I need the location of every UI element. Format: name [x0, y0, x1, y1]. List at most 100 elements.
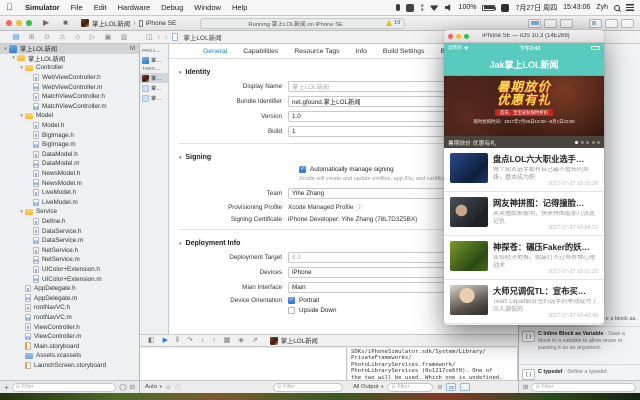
menu-file[interactable]: File [71, 3, 83, 12]
file-row-Define.h[interactable]: h Define.h [0, 217, 139, 227]
news-item[interactable]: 盘点LOL六大职业选手… 每个知名选手都有自己最不擅长的英雄，基本成为职 2017-… [444, 148, 604, 192]
run-button[interactable]: ▶ [43, 18, 49, 28]
main-interface-dropdown[interactable]: Main ▾ [288, 282, 458, 293]
tab-resource-tags[interactable]: Resource Tags [294, 48, 339, 55]
file-row-ViewController.m[interactable]: m ViewController.m [0, 332, 139, 342]
file-row-Controller[interactable]: ▾ Controller [0, 63, 139, 73]
show-variables-pane-button[interactable] [446, 383, 457, 391]
toggle-utilities-button[interactable] [621, 18, 634, 28]
carousel-dot[interactable] [586, 140, 589, 144]
file-row-AppDelegate.h[interactable]: h AppDelegate.h [0, 284, 139, 294]
tab-general[interactable]: General [203, 48, 227, 55]
file-row-ViewController.h[interactable]: h ViewController.h [0, 322, 139, 332]
variables-filter-field[interactable]: ⊙ Filter [273, 382, 343, 392]
minimize-button[interactable] [16, 20, 22, 26]
file-row-Model.h[interactable]: h Model.h [0, 121, 139, 131]
info-icon[interactable]: ⓘ [356, 203, 362, 212]
file-row-LiveModel.h[interactable]: h LiveModel.h [0, 188, 139, 198]
file-row-Assets.xcassets[interactable]: Assets.xcassets [0, 351, 139, 361]
wifi-icon[interactable] [429, 5, 439, 11]
file-row-UIColor+Extension.h[interactable]: h UIColor+Extension.h [0, 265, 139, 275]
console-output[interactable]: SDKs/iPhoneSimulator.sdk/System/Library/… [348, 348, 518, 380]
add-file-button[interactable]: + [4, 383, 9, 392]
menu-clock[interactable]: 15:43:06 [563, 4, 590, 11]
pause-icon[interactable]: ‖ [176, 336, 179, 345]
devices-dropdown[interactable]: iPhone ▴▾ [288, 267, 458, 278]
menu-simulator[interactable]: Simulator [25, 3, 60, 12]
news-item[interactable]: 大师兄调侃TL：宣布买… Team Liquid疯狂签约选手的举动成为了众人调侃的… [444, 280, 604, 324]
target-item-app[interactable]: 掌… [140, 73, 168, 83]
step-into-icon[interactable]: ↓ [201, 336, 205, 345]
carousel-dot[interactable] [575, 140, 578, 144]
file-row-DataService.h[interactable]: h DataService.h [0, 226, 139, 236]
debug-process[interactable]: 掌上LOL新闻 [269, 336, 318, 345]
file-row-BigImage.m[interactable]: m BigImage.m [0, 140, 139, 150]
zoom-button[interactable] [464, 33, 469, 39]
carousel-dot[interactable] [580, 140, 584, 144]
scm-status-icon[interactable]: ⊟ [130, 383, 135, 391]
disclosure-icon[interactable]: ▾ [18, 113, 25, 119]
file-row-Model[interactable]: ▾ Model [0, 111, 139, 121]
bluetooth-icon[interactable] [419, 3, 424, 12]
close-button[interactable] [448, 33, 453, 39]
project-navigator-icon[interactable]: ▤ [13, 33, 20, 42]
file-row-WebViewController.h[interactable]: h WebViewController.h [0, 73, 139, 83]
file-row-DataModel.h[interactable]: h DataModel.h [0, 150, 139, 160]
carousel-dot[interactable] [597, 140, 600, 144]
breakpoint-navigator-icon[interactable]: ▣ [105, 33, 112, 42]
battery-icon[interactable] [482, 4, 497, 11]
file-row-掌上LOL新闻[interactable]: ▾ 掌上LOL新闻 M [0, 44, 139, 54]
dictation-icon[interactable] [395, 4, 400, 11]
info-icon[interactable]: ⓘ [175, 383, 181, 392]
close-button[interactable] [6, 20, 12, 26]
file-row-WebViewController.m[interactable]: m WebViewController.m [0, 82, 139, 92]
news-item[interactable]: 网友神拼图：记得撞脸… 笑笑撞脸郭敬明，快来拼图看那几张是记仇 2017-07-27… [444, 192, 604, 236]
stop-button[interactable]: ■ [63, 18, 68, 28]
file-row-DataModel.m[interactable]: m DataModel.m [0, 159, 139, 169]
simulate-location-icon[interactable]: ⇗ [252, 336, 258, 345]
carousel-dots[interactable] [575, 140, 600, 144]
tab-build-settings[interactable]: Build Settings [383, 48, 425, 55]
notification-center-icon[interactable] [626, 4, 634, 11]
file-row-DataService.m[interactable]: m DataService.m [0, 236, 139, 246]
news-list[interactable]: 盘点LOL六大职业选手… 每个知名选手都有自己最不擅长的英雄，基本成为职 2017-… [444, 148, 604, 325]
target-item-uitests[interactable]: 掌… [140, 93, 168, 103]
show-only-icon[interactable]: ⊙ [166, 384, 171, 391]
navigator-filter-field[interactable]: ⊙ Filter [11, 382, 117, 392]
file-row-LiveModel.m[interactable]: m LiveModel.m [0, 198, 139, 208]
upside-down-checkbox[interactable] [288, 307, 295, 314]
file-row-Main.storyboard[interactable]: Main.storyboard [0, 341, 139, 351]
display-name-field[interactable]: 掌上LOL新闻 [288, 81, 458, 92]
file-row-Service[interactable]: ▾ Service [0, 207, 139, 217]
carousel-dot[interactable] [591, 140, 595, 144]
memory-graph-icon[interactable]: ◈ [238, 336, 243, 345]
find-navigator-icon[interactable]: ⊙ [44, 33, 50, 42]
carousel-banner[interactable]: 暑期放价 优惠有礼 首充、宝宝皮肤限时折扣 限时抢购时间：2017年7月26日1… [444, 76, 604, 136]
console-filter-field[interactable]: ⊙ Filter [387, 382, 434, 392]
hide-debug-area-icon[interactable]: ◧ [148, 336, 155, 345]
file-row-NetService.h[interactable]: h NetService.h [0, 245, 139, 255]
breakpoints-icon[interactable]: ▶ [163, 336, 168, 345]
disclosure-icon[interactable]: ▾ [18, 65, 25, 71]
jump-bar-file[interactable]: 掌上LOL新闻 [183, 32, 221, 42]
debug-navigator-icon[interactable]: ▷ [90, 33, 95, 42]
recent-files-icon[interactable]: ◯ [119, 383, 126, 391]
file-row-NewsModel.h[interactable]: h NewsModel.h [0, 169, 139, 179]
menu-date[interactable]: 7月27日 周四 [515, 3, 557, 13]
file-row-LaunchScreen.storyboard[interactable]: LaunchScreen.storyboard [0, 361, 139, 371]
zoom-button[interactable] [26, 20, 32, 26]
file-row-掌上LOL新闻[interactable]: ▾ 掌上LOL新闻 [0, 54, 139, 64]
variables-scope-dropdown[interactable]: Auto ▾ [145, 384, 162, 390]
siri-icon[interactable] [501, 3, 510, 12]
file-row-BigImage.h[interactable]: h BigImage.h [0, 130, 139, 140]
team-dropdown[interactable]: Yihe Zhang ▴▾ [288, 188, 458, 199]
issue-navigator-icon[interactable]: ⚠ [59, 33, 65, 42]
file-row-AppDelegate.m[interactable]: m AppDelegate.m [0, 293, 139, 303]
file-row-rootNavVC.h[interactable]: h rootNavVC.h [0, 303, 139, 313]
test-navigator-icon[interactable]: ◇ [75, 33, 80, 42]
file-row-UIColor+Extension.m[interactable]: m UIColor+Extension.m [0, 274, 139, 284]
library-grid-icon[interactable]: ⊞ [523, 383, 528, 391]
step-out-icon[interactable]: ↑ [212, 336, 216, 345]
tab-capabilities[interactable]: Capabilities [243, 48, 278, 55]
disclosure-icon[interactable]: ▾ [18, 209, 25, 215]
